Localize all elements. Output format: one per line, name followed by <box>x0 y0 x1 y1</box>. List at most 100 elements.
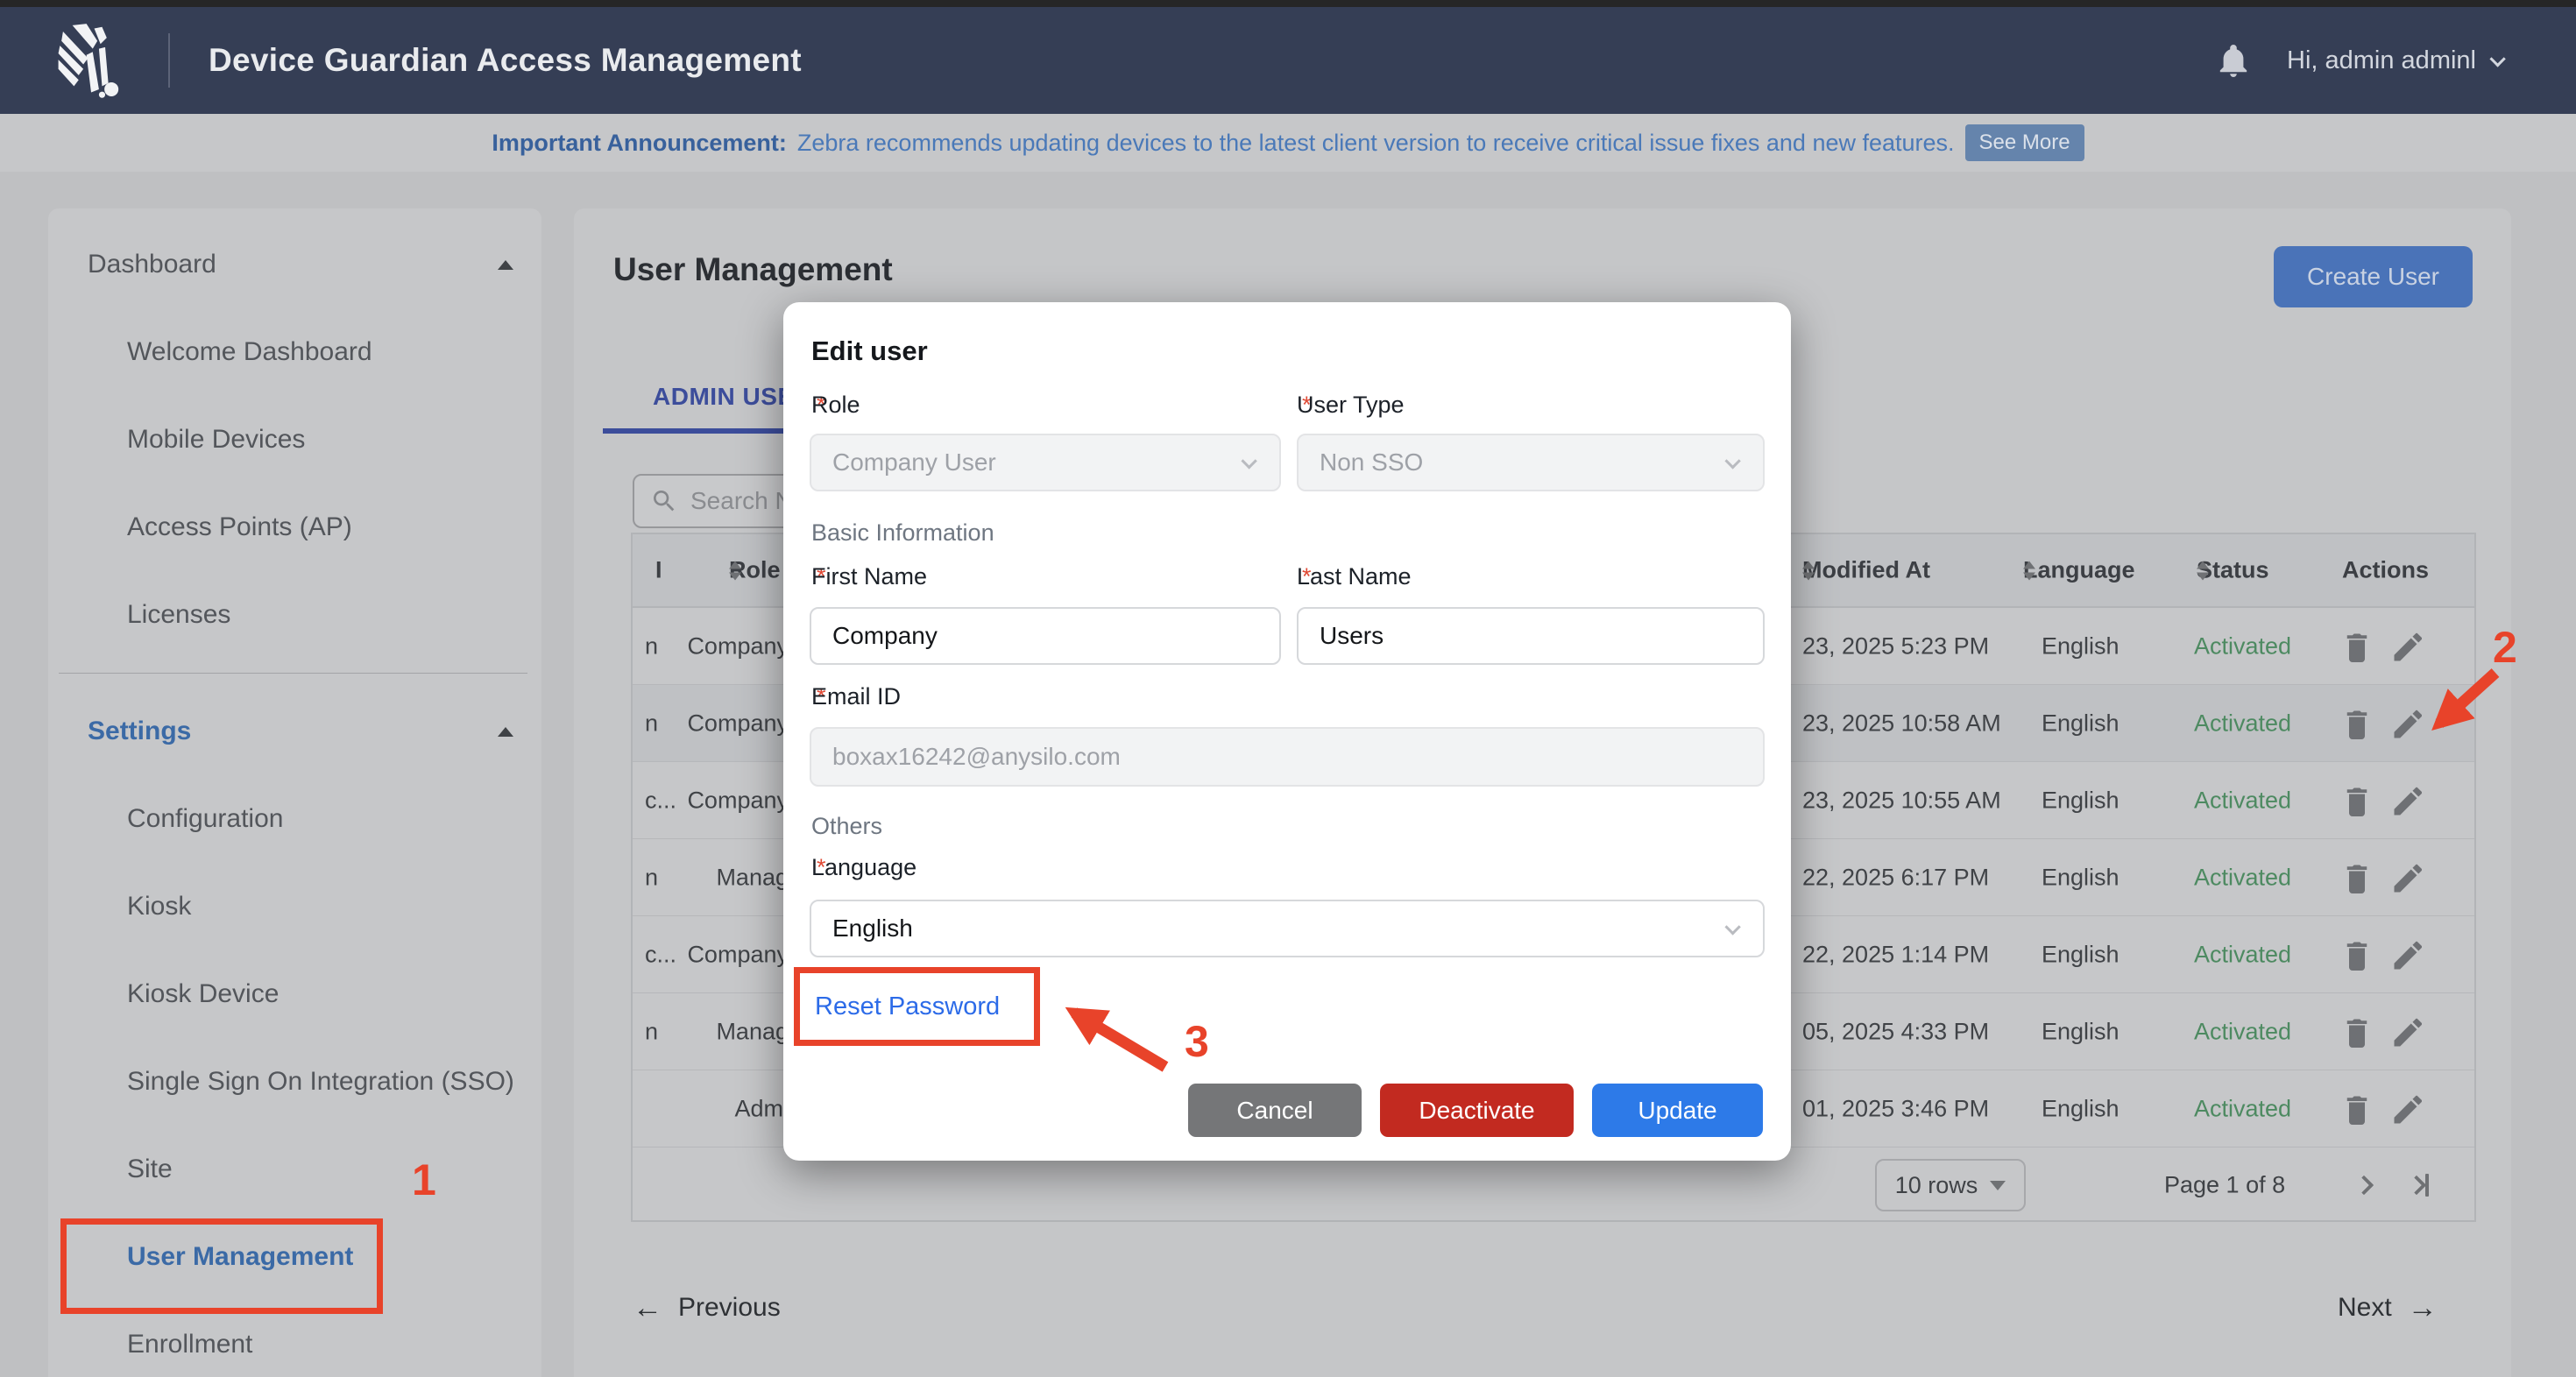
chevron-down-icon <box>1724 919 1740 935</box>
role-select: Company User <box>810 434 1281 491</box>
cell-name-fragment: n <box>645 864 658 891</box>
cell-language: English <box>2042 1018 2120 1045</box>
sidebar-item-licenses[interactable]: Licenses <box>48 571 541 659</box>
edit-icon[interactable] <box>2390 706 2422 741</box>
arrow-right-icon: → <box>2408 1293 2438 1323</box>
active-tab-indicator <box>603 428 797 434</box>
sidebar-divider <box>59 673 527 674</box>
last-name-input[interactable]: Users <box>1297 607 1765 665</box>
sidebar-item-dashboard[interactable]: Dashboard <box>48 221 541 308</box>
sidebar-item-welcome-dashboard[interactable]: Welcome Dashboard <box>48 308 541 396</box>
cell-status: Activated <box>2194 1018 2291 1045</box>
collapse-caret-icon <box>498 727 513 737</box>
delete-icon[interactable] <box>2341 706 2373 741</box>
deactivate-button[interactable]: Deactivate <box>1380 1084 1574 1137</box>
email-id-label: Email ID* <box>811 683 826 710</box>
cell-name-fragment: n <box>645 710 658 737</box>
cell-status: Activated <box>2194 632 2291 660</box>
cell-status: Activated <box>2194 1095 2291 1122</box>
cell-status: Activated <box>2194 864 2291 891</box>
delete-icon[interactable] <box>2341 937 2373 972</box>
basic-information-section-label: Basic Information <box>811 519 994 547</box>
delete-icon[interactable] <box>2341 1091 2373 1126</box>
header-actions: Actions <box>2342 557 2429 584</box>
create-user-button[interactable]: Create User <box>2274 246 2473 307</box>
edit-user-modal: Edit user Role* User Type* Company User … <box>783 302 1791 1161</box>
sidebar-item-label: Enrollment <box>127 1330 513 1359</box>
email-input: boxax16242@anysilo.com <box>810 727 1765 787</box>
next-nav-button[interactable]: Next → <box>2338 1293 2438 1323</box>
announcement-prefix: Important Announcement: <box>492 130 787 157</box>
edit-icon[interactable] <box>2390 1014 2422 1049</box>
previous-nav-button[interactable]: ← Previous <box>633 1293 781 1323</box>
role-label: Role* <box>811 392 826 419</box>
app-title: Device Guardian Access Management <box>209 42 802 79</box>
user-menu[interactable]: Hi, admin adminl <box>2287 46 2502 75</box>
sidebar-item-label: Single Sign On Integration (SSO) <box>127 1067 514 1097</box>
language-select[interactable]: English <box>810 900 1765 957</box>
sidebar-item-label: Dashboard <box>88 250 498 279</box>
sidebar-item-label: Kiosk Device <box>127 979 513 1009</box>
sidebar-item-site[interactable]: Site <box>48 1126 541 1213</box>
cell-language: English <box>2042 941 2120 968</box>
sidebar-nav: Dashboard Welcome DashboardMobile Devices… <box>48 208 541 1377</box>
header-status[interactable]: Status <box>2197 557 2269 584</box>
sidebar-item-label: Configuration <box>127 804 513 834</box>
cell-language: English <box>2042 710 2120 737</box>
edit-icon[interactable] <box>2390 1091 2422 1126</box>
edit-icon[interactable] <box>2390 937 2422 972</box>
cell-language: English <box>2042 864 2120 891</box>
edit-icon[interactable] <box>2390 860 2422 895</box>
top-strip <box>0 0 2576 7</box>
sidebar-item-user-management[interactable]: User Management <box>48 1213 541 1301</box>
see-more-button[interactable]: See More <box>1965 124 2084 161</box>
page-title: User Management <box>613 251 893 288</box>
sidebar-item-mobile-devices[interactable]: Mobile Devices <box>48 396 541 484</box>
sidebar-item-label: User Management <box>127 1242 513 1272</box>
header-name-fragment: I <box>655 557 662 584</box>
search-icon <box>650 487 678 515</box>
edit-icon[interactable] <box>2390 629 2422 664</box>
first-name-input[interactable]: Company <box>810 607 1281 665</box>
chevron-down-icon <box>2489 51 2505 67</box>
sidebar-item-enrollment[interactable]: Enrollment <box>48 1301 541 1377</box>
user-type-select: Non SSO <box>1297 434 1765 491</box>
arrow-left-icon: ← <box>633 1293 662 1323</box>
sidebar-item-single-sign-on-integration-sso[interactable]: Single Sign On Integration (SSO) <box>48 1038 541 1126</box>
delete-icon[interactable] <box>2341 860 2373 895</box>
sidebar-item-label: Site <box>127 1155 513 1184</box>
sidebar-item-kiosk-device[interactable]: Kiosk Device <box>48 950 541 1038</box>
cell-role: Company <box>668 710 789 737</box>
header-divider <box>168 33 170 88</box>
delete-icon[interactable] <box>2341 783 2373 818</box>
app-header: Device Guardian Access Management Hi, ad… <box>0 7 2576 114</box>
cell-role: Company <box>668 941 789 968</box>
header-language[interactable]: Language <box>2023 557 2135 584</box>
sort-icon <box>1802 561 1815 580</box>
sort-icon <box>2197 561 2209 580</box>
user-type-label: User Type* <box>1297 392 1312 419</box>
sidebar-item-kiosk[interactable]: Kiosk <box>48 863 541 950</box>
notifications-bell-icon[interactable] <box>2217 42 2250 79</box>
zebra-logo-icon <box>51 18 131 103</box>
language-label: Language* <box>811 854 826 881</box>
delete-icon[interactable] <box>2341 1014 2373 1049</box>
header-role[interactable]: Role <box>729 557 781 584</box>
sidebar-item-access-points-ap[interactable]: Access Points (AP) <box>48 484 541 571</box>
last-page-icon[interactable] <box>2410 1174 2429 1197</box>
reset-password-link[interactable]: Reset Password <box>815 992 1000 1021</box>
header-modified-at[interactable]: Modified At <box>1802 557 1930 584</box>
cell-status: Activated <box>2194 710 2291 737</box>
cancel-button[interactable]: Cancel <box>1188 1084 1362 1137</box>
cell-role: Manag <box>668 1018 789 1045</box>
edit-icon[interactable] <box>2390 783 2422 818</box>
next-page-icon[interactable] <box>2357 1178 2371 1192</box>
rows-per-page-select[interactable]: 10 rows <box>1875 1159 2026 1211</box>
sidebar-item-configuration[interactable]: Configuration <box>48 775 541 863</box>
update-button[interactable]: Update <box>1592 1084 1763 1137</box>
cell-name-fragment: n <box>645 1018 658 1045</box>
sidebar-item-label: Kiosk <box>127 892 513 922</box>
cell-role: Manag <box>668 864 789 891</box>
delete-icon[interactable] <box>2341 629 2373 664</box>
sidebar-item-settings[interactable]: Settings <box>48 688 541 775</box>
